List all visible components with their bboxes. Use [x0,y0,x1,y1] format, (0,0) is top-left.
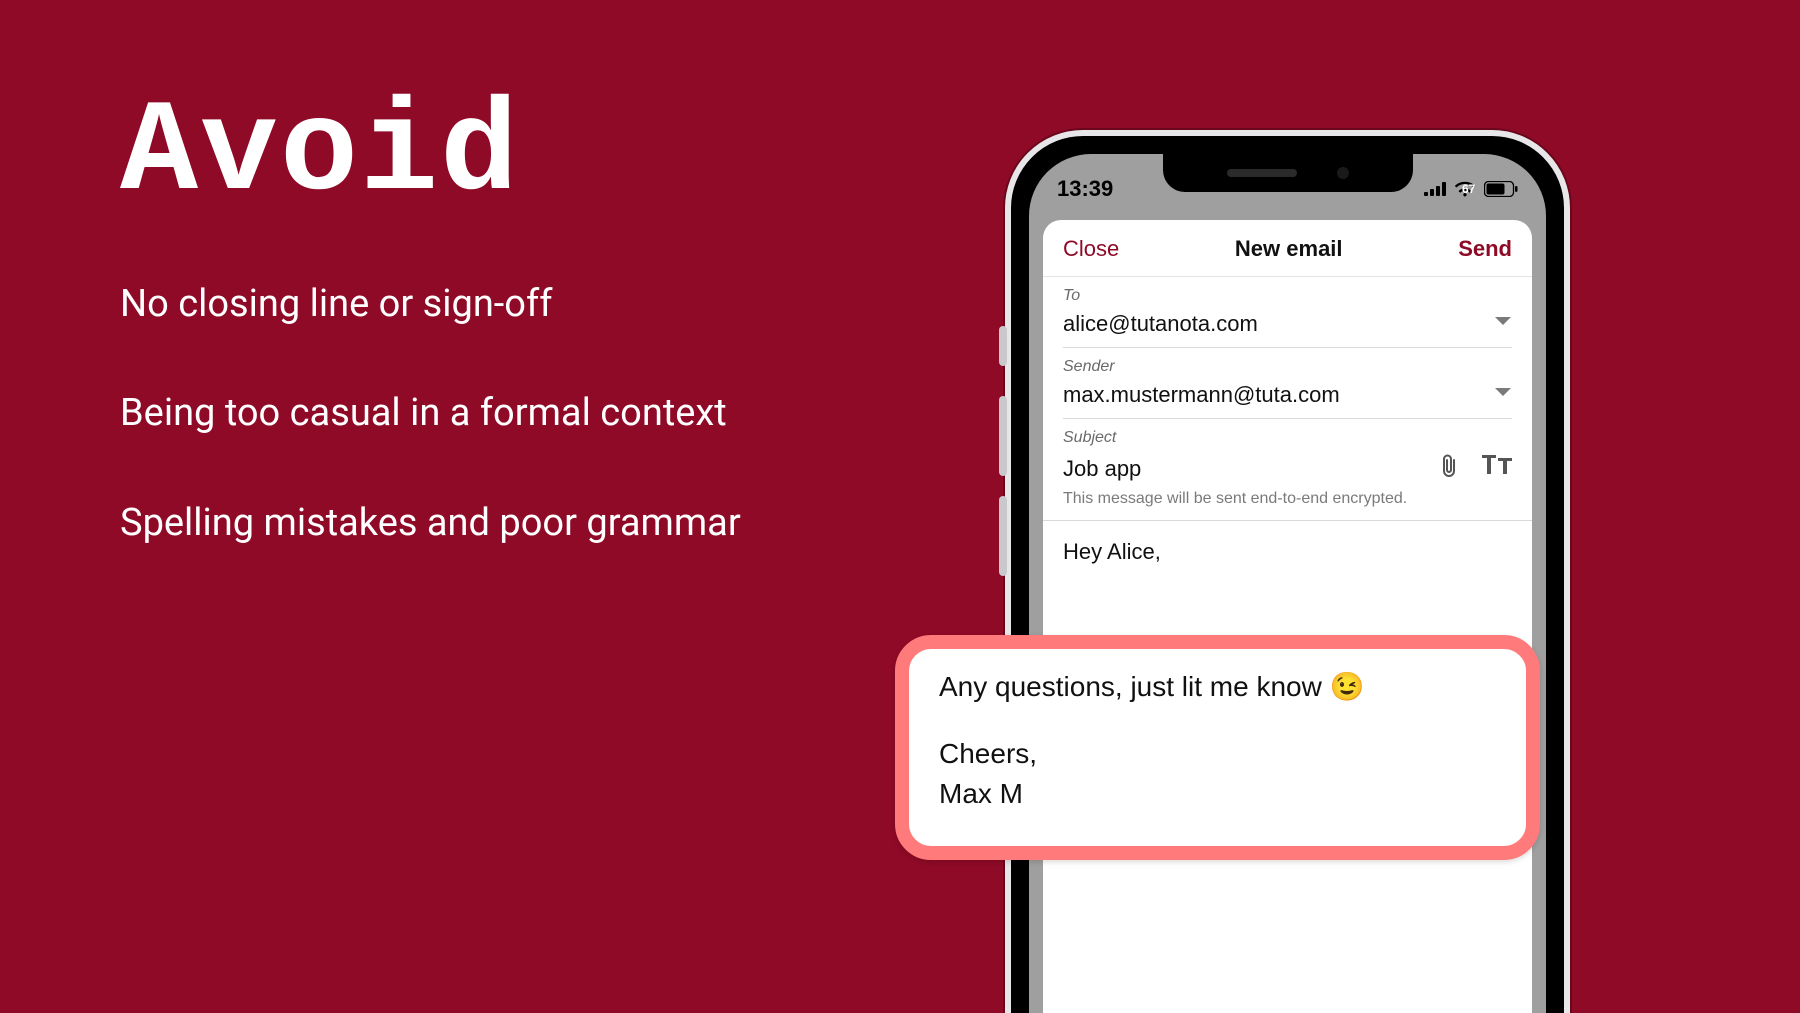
phone-mockup: 13:39 67 [1005,130,1570,1013]
subject-label: Subject [1063,429,1512,447]
callout-line: Cheers, [939,734,1496,775]
email-body[interactable]: Hey Alice, [1043,521,1532,583]
close-button[interactable]: Close [1063,236,1119,262]
subject-field[interactable]: Subject Job app [1043,419,1532,488]
attachment-icon[interactable] [1438,453,1460,484]
slide-bullets: No closing line or sign-off Being too ca… [120,280,1020,548]
to-field[interactable]: To alice@tutanota.com [1043,277,1532,348]
compose-header: Close New email Send [1043,220,1532,277]
email-compose-sheet: Close New email Send To alice@tutanota.c… [1043,220,1532,1013]
text-format-icon[interactable] [1482,455,1512,482]
compose-title: New email [1235,236,1343,262]
send-button[interactable]: Send [1458,236,1512,262]
phone-camera [1337,167,1349,179]
sender-value: max.mustermann@tuta.com [1063,382,1340,408]
battery-percent-text: 67 [1462,182,1475,196]
slide-title: Avoid [120,90,1020,220]
bullet-item: No closing line or sign-off [120,280,1020,329]
callout-line: Any questions, just lit me know 😉 [939,667,1496,708]
phone-side-button [999,496,1007,576]
body-greeting: Hey Alice, [1063,539,1161,564]
sender-field[interactable]: Sender max.mustermann@tuta.com [1043,348,1532,419]
chevron-down-icon[interactable] [1494,315,1512,333]
phone-side-button [999,326,1007,366]
cellular-icon [1424,182,1446,196]
to-value: alice@tutanota.com [1063,311,1258,337]
callout-line: Max M [939,774,1496,815]
highlight-callout: Any questions, just lit me know 😉 Cheers… [895,635,1540,860]
status-indicators: 67 [1424,181,1518,197]
encryption-note: This message will be sent end-to-end enc… [1043,488,1532,521]
to-label: To [1063,287,1512,305]
bullet-item: Being too casual in a formal context [120,389,1020,438]
phone-side-button [999,396,1007,476]
phone-notch [1163,154,1413,192]
chevron-down-icon[interactable] [1494,386,1512,404]
phone-speaker [1227,169,1297,177]
phone-screen: 13:39 67 [1029,154,1546,1013]
slide-text: Avoid No closing line or sign-off Being … [120,90,1020,608]
status-time: 13:39 [1057,176,1113,202]
subject-value: Job app [1063,456,1141,482]
bullet-item: Spelling mistakes and poor grammar [120,499,1020,548]
sender-label: Sender [1063,358,1512,376]
battery-icon: 67 [1484,181,1518,197]
